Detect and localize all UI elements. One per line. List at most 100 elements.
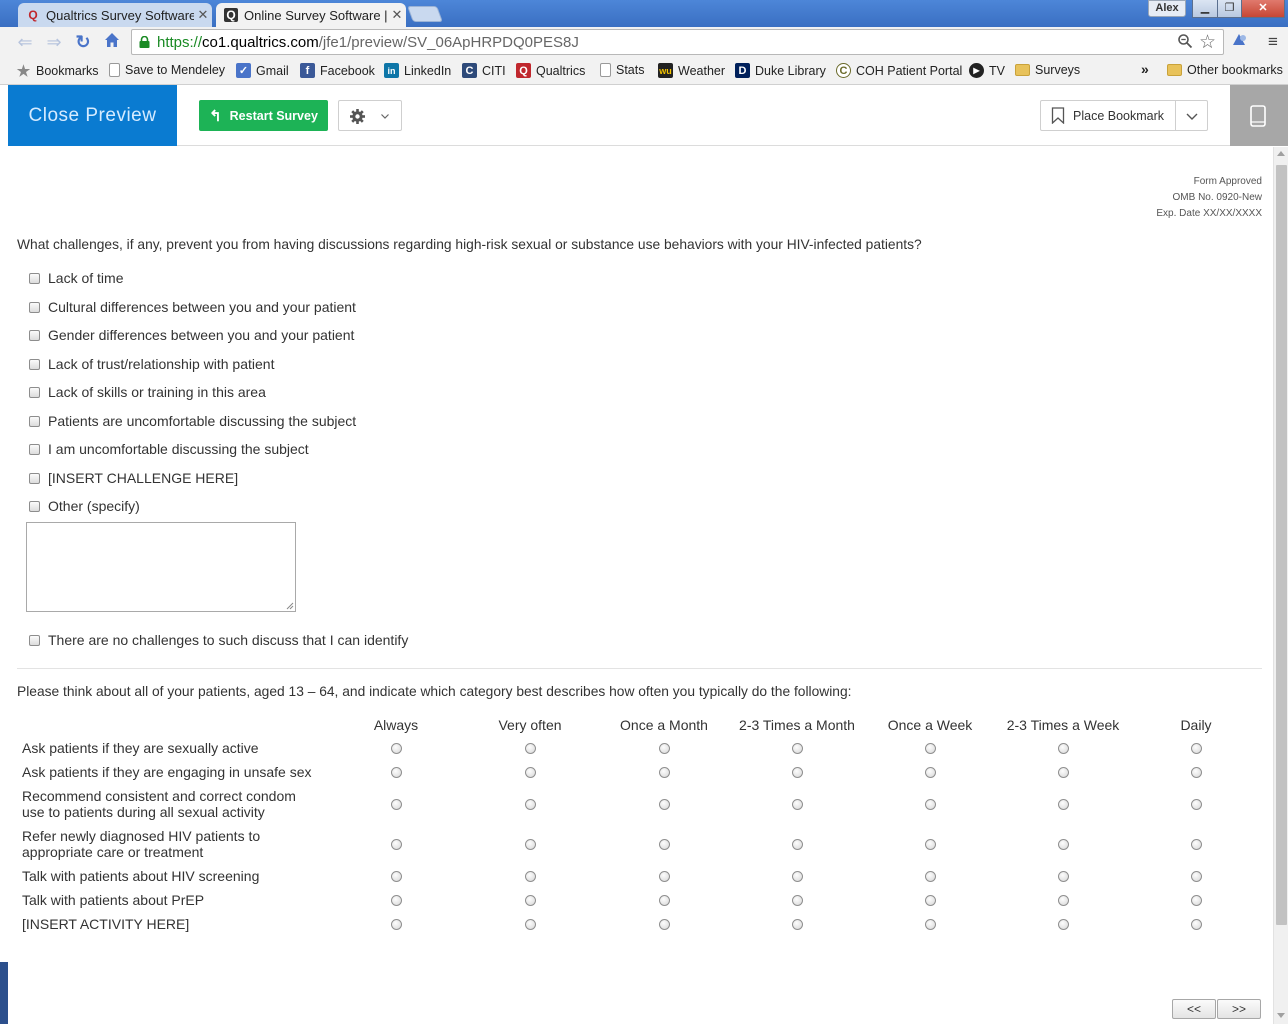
address-bar[interactable]: https://co1.qualtrics.com/jfe1/preview/S… (131, 29, 1224, 55)
reload-icon[interactable]: ↻ (72, 31, 94, 53)
bookmark-weather[interactable]: wu Weather (658, 63, 725, 78)
tab-online-survey-software[interactable]: Q Online Survey Software | C ✕ (216, 3, 406, 27)
checkbox[interactable] (29, 358, 40, 370)
matrix-radio-button[interactable] (925, 895, 936, 906)
matrix-radio-button[interactable] (1191, 919, 1202, 930)
bookmark-mendeley[interactable]: Save to Mendeley (109, 63, 225, 77)
matrix-radio-button[interactable] (792, 839, 803, 850)
extension-icon[interactable] (1228, 31, 1250, 53)
close-window-icon[interactable]: ✕ (1241, 0, 1285, 18)
matrix-radio-button[interactable] (659, 767, 670, 778)
matrix-radio-button[interactable] (1058, 839, 1069, 850)
matrix-radio-button[interactable] (792, 743, 803, 754)
checkbox[interactable] (29, 301, 40, 313)
tab-close-icon[interactable]: ✕ (388, 7, 406, 23)
checkbox[interactable] (29, 500, 40, 512)
matrix-radio-button[interactable] (1191, 871, 1202, 882)
back-button[interactable]: << (1172, 999, 1216, 1019)
profile-button[interactable]: Alex (1148, 0, 1186, 17)
bookmark-stats[interactable]: Stats (600, 63, 645, 77)
tab-qualtrics-survey-software[interactable]: Q Qualtrics Survey Software ✕ (18, 3, 212, 27)
checkbox[interactable] (29, 272, 40, 284)
bookmark-facebook[interactable]: f Facebook (300, 63, 375, 78)
next-button[interactable]: >> (1217, 999, 1261, 1019)
matrix-radio-button[interactable] (792, 871, 803, 882)
other-specify-textarea[interactable] (26, 522, 296, 612)
matrix-radio-button[interactable] (659, 799, 670, 810)
matrix-radio-button[interactable] (1191, 767, 1202, 778)
choice-lack-of-skills[interactable]: Lack of skills or training in this area (29, 384, 266, 400)
matrix-radio-button[interactable] (525, 919, 536, 930)
matrix-radio-button[interactable] (925, 871, 936, 882)
matrix-radio-button[interactable] (525, 839, 536, 850)
matrix-radio-button[interactable] (925, 799, 936, 810)
matrix-radio-button[interactable] (391, 839, 402, 850)
matrix-radio-button[interactable] (525, 743, 536, 754)
matrix-radio-button[interactable] (391, 767, 402, 778)
matrix-radio-button[interactable] (925, 919, 936, 930)
matrix-radio-button[interactable] (925, 839, 936, 850)
place-bookmark-button[interactable]: Place Bookmark (1040, 100, 1176, 131)
choice-gender-differences[interactable]: Gender differences between you and your … (29, 327, 354, 343)
matrix-radio-button[interactable] (525, 895, 536, 906)
matrix-radio-button[interactable] (391, 799, 402, 810)
scroll-up-icon[interactable] (1277, 151, 1285, 156)
matrix-radio-button[interactable] (391, 919, 402, 930)
choice-insert-challenge[interactable]: [INSERT CHALLENGE HERE] (29, 470, 238, 486)
bookmark-duke-library[interactable]: D Duke Library (735, 63, 826, 78)
checkbox[interactable] (29, 415, 40, 427)
bookmark-bookmarks[interactable]: ★ Bookmarks (16, 63, 99, 80)
matrix-radio-button[interactable] (659, 919, 670, 930)
settings-dropdown-button[interactable] (338, 100, 402, 131)
bookmark-qualtrics[interactable]: Q Qualtrics (516, 63, 585, 78)
tab-close-icon[interactable]: ✕ (194, 7, 212, 23)
home-icon[interactable] (101, 31, 123, 53)
matrix-radio-button[interactable] (1058, 743, 1069, 754)
choice-lack-of-time[interactable]: Lack of time (29, 270, 123, 286)
back-arrow-icon[interactable]: ⇐ (14, 31, 36, 53)
choice-i-am-uncomfortable[interactable]: I am uncomfortable discussing the subjec… (29, 441, 309, 457)
restore-icon[interactable]: ❐ (1217, 0, 1242, 18)
bookmark-gmail[interactable]: ✓ Gmail (236, 63, 289, 78)
matrix-radio-button[interactable] (659, 871, 670, 882)
choice-cultural-differences[interactable]: Cultural differences between you and you… (29, 299, 356, 315)
matrix-radio-button[interactable] (792, 767, 803, 778)
bookmarks-overflow-icon[interactable]: » (1141, 61, 1149, 77)
close-preview-button[interactable]: Close Preview (8, 85, 177, 146)
resize-grip-icon[interactable] (286, 602, 294, 610)
matrix-radio-button[interactable] (659, 743, 670, 754)
checkbox[interactable] (29, 329, 40, 341)
star-icon[interactable]: ☆ (1199, 31, 1216, 54)
page-scrollbar[interactable] (1273, 147, 1288, 1024)
checkbox[interactable] (29, 443, 40, 455)
zoom-icon[interactable] (1177, 33, 1193, 54)
new-tab-button[interactable] (407, 6, 443, 22)
matrix-radio-button[interactable] (391, 895, 402, 906)
bookmark-citi[interactable]: C CITI (462, 63, 506, 78)
matrix-radio-button[interactable] (1058, 799, 1069, 810)
minimize-icon[interactable]: ▁ (1192, 0, 1218, 18)
matrix-radio-button[interactable] (1058, 871, 1069, 882)
choice-lack-of-trust[interactable]: Lack of trust/relationship with patient (29, 356, 274, 372)
matrix-radio-button[interactable] (391, 871, 402, 882)
matrix-radio-button[interactable] (1191, 895, 1202, 906)
matrix-radio-button[interactable] (1191, 743, 1202, 754)
scrollbar-thumb[interactable] (1276, 165, 1287, 925)
matrix-radio-button[interactable] (525, 767, 536, 778)
matrix-radio-button[interactable] (525, 799, 536, 810)
bookmark-linkedin[interactable]: in LinkedIn (384, 63, 451, 78)
bookmark-other-bookmarks[interactable]: Other bookmarks (1167, 63, 1283, 77)
matrix-radio-button[interactable] (659, 895, 670, 906)
matrix-radio-button[interactable] (1058, 895, 1069, 906)
matrix-radio-button[interactable] (792, 895, 803, 906)
matrix-radio-button[interactable] (525, 871, 536, 882)
checkbox[interactable] (29, 634, 40, 646)
matrix-radio-button[interactable] (792, 799, 803, 810)
matrix-radio-button[interactable] (925, 767, 936, 778)
matrix-radio-button[interactable] (1191, 839, 1202, 850)
bookmark-dropdown-button[interactable] (1175, 100, 1208, 131)
checkbox[interactable] (29, 386, 40, 398)
bookmark-surveys[interactable]: Surveys (1015, 63, 1080, 77)
menu-icon[interactable]: ≡ (1262, 31, 1284, 53)
matrix-radio-button[interactable] (1058, 919, 1069, 930)
